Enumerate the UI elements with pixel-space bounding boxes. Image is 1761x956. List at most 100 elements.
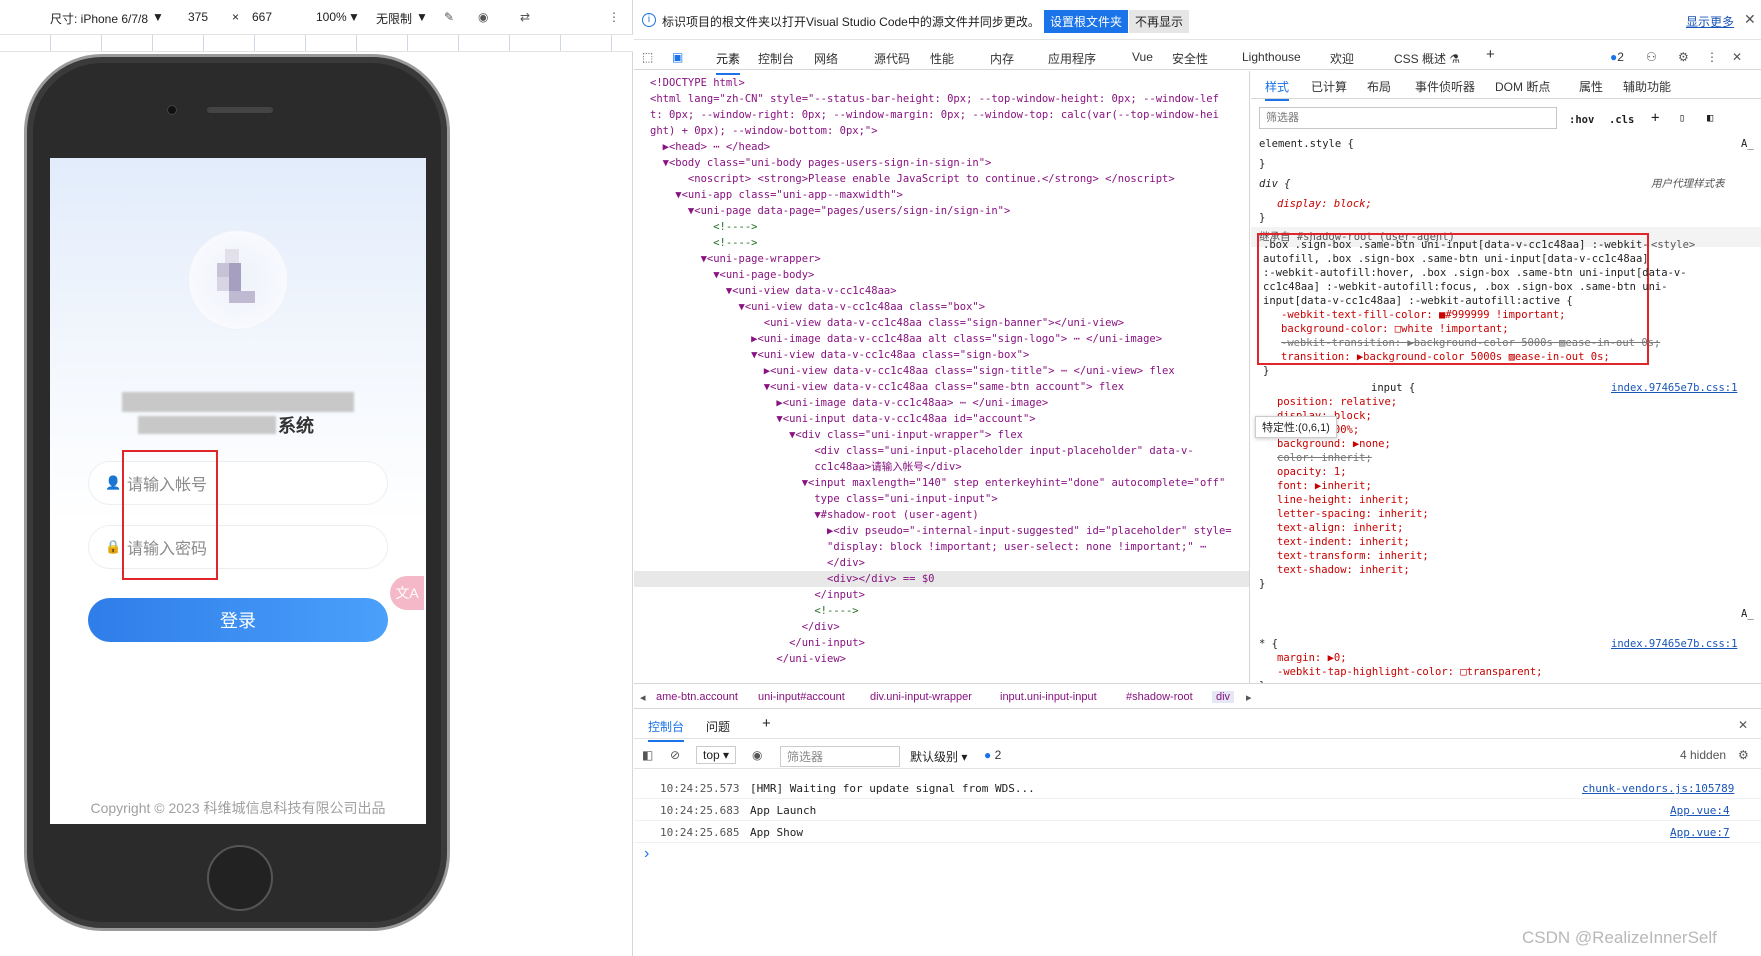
autofill-prop[interactable]: background-color: □white !important; <box>1281 322 1509 336</box>
dom-line[interactable]: ▼<uni-app class="uni-app--maxwidth"> <box>650 187 903 203</box>
drawer-tab-issues[interactable]: 问题 <box>706 718 730 735</box>
settings-gear-icon[interactable]: ⚙ <box>1678 50 1689 64</box>
dom-line[interactable]: ▼<div class="uni-input-wrapper"> flex <box>650 427 1023 443</box>
login-button[interactable]: 登录 <box>88 598 388 642</box>
tab-vue[interactable]: Vue <box>1132 50 1153 64</box>
cls-toggle[interactable]: .cls <box>1609 113 1634 127</box>
tab-styles[interactable]: 样式 <box>1265 80 1290 101</box>
dom-line-selected[interactable]: <div></div> == $0 <box>634 571 1249 588</box>
crumb-item[interactable]: div.uni-input-wrapper <box>870 691 972 703</box>
zoom-select[interactable]: 100% <box>316 10 347 24</box>
tab-performance[interactable]: 性能 <box>930 50 954 67</box>
crumb-item-current[interactable]: div <box>1212 691 1235 703</box>
tab-dom-breakpoints[interactable]: DOM 断点 <box>1495 80 1550 94</box>
tab-event-listeners[interactable]: 事件侦听器 <box>1415 80 1475 94</box>
div-ua-selector[interactable]: div { <box>1259 177 1291 191</box>
tab-properties[interactable]: 属性 <box>1579 80 1603 94</box>
tab-security[interactable]: 安全性 <box>1172 50 1208 67</box>
font-editor-icon[interactable]: A̲ <box>1741 137 1754 151</box>
font-editor-icon[interactable]: A̲ <box>1741 607 1754 621</box>
dom-line[interactable]: <html lang="zh-CN" style="--status-bar-h… <box>650 91 1219 107</box>
live-expression-eye-icon[interactable]: ◉ <box>752 748 762 762</box>
autofill-selector-line[interactable]: autofill, .box .sign-box .same-btn uni-i… <box>1263 252 1649 266</box>
dom-line[interactable]: ▶<head> ⋯ </head> <box>650 139 770 155</box>
log-source-link[interactable]: App.vue:7 <box>1670 826 1730 839</box>
throttle-caret[interactable]: ▼ <box>416 10 428 24</box>
dom-line[interactable]: <!----> <box>650 219 757 235</box>
device-size-select[interactable]: 尺寸: iPhone 6/7/8 <box>50 10 148 27</box>
crumb-item[interactable]: uni-input#account <box>758 691 845 703</box>
dom-line[interactable]: ▶<uni-view data-v-cc1c48aa class="sign-t… <box>650 363 1175 379</box>
dom-line[interactable]: ▼<uni-page-wrapper> <box>650 251 821 267</box>
input-prop[interactable]: text-align: inherit; <box>1277 521 1403 535</box>
tab-sources[interactable]: 源代码 <box>874 50 910 67</box>
console-issues-badge[interactable]: ● 2 <box>984 748 1001 762</box>
crumb-item[interactable]: input.uni-input-input <box>1000 691 1097 703</box>
log-level-select[interactable]: 默认级别 ▾ <box>910 748 967 765</box>
close-infobar-icon[interactable]: ✕ <box>1744 11 1756 28</box>
dom-line[interactable]: ▼<uni-input data-v-cc1c48aa id="account"… <box>650 411 1035 427</box>
autofill-selector-line[interactable]: input[data-v-cc1c48aa] :-webkit-autofill… <box>1263 294 1573 308</box>
tab-welcome[interactable]: 欢迎 <box>1330 50 1354 67</box>
dom-line[interactable]: ▼#shadow-root (user-agent) <box>650 507 978 523</box>
dom-line[interactable]: ▶<uni-image data-v-cc1c48aa> ⋯ </uni-ima… <box>650 395 1048 411</box>
input-prop[interactable]: letter-spacing: inherit; <box>1277 507 1429 521</box>
remote-devices-icon[interactable]: ⚇ <box>1646 50 1657 64</box>
more-options-icon[interactable]: ⋮ <box>608 10 620 24</box>
set-root-folder-button[interactable]: 设置根文件夹 <box>1044 10 1129 33</box>
input-prop[interactable]: position: relative; <box>1277 395 1397 409</box>
tab-layout[interactable]: 布局 <box>1367 80 1391 94</box>
style-source-link[interactable]: <style> <box>1651 238 1695 252</box>
inspect-icon[interactable]: ⬚ <box>642 50 653 64</box>
zoom-caret[interactable]: ▼ <box>348 10 360 24</box>
clear-console-icon[interactable]: ⊘ <box>670 748 680 762</box>
input-prop[interactable]: text-transform: inherit; <box>1277 549 1429 563</box>
translate-icon[interactable]: 文A <box>390 576 424 610</box>
div-display-prop[interactable]: display: block; <box>1277 197 1372 211</box>
tab-network[interactable]: 网络 <box>814 50 838 67</box>
crumb-scroll-right-icon[interactable]: ▸ <box>1246 691 1252 704</box>
star-selector[interactable]: * { <box>1259 637 1278 651</box>
device-size-caret[interactable]: ▼ <box>152 10 164 24</box>
star-prop[interactable]: margin: ▶0; <box>1277 651 1347 665</box>
tab-application[interactable]: 应用程序 <box>1048 50 1096 67</box>
sidebar-toggle-icon[interactable]: ◧ <box>1707 111 1713 125</box>
crumb-scroll-left-icon[interactable]: ◂ <box>640 691 646 704</box>
console-prompt[interactable]: › <box>644 845 649 863</box>
eye-icon[interactable]: ◉ <box>478 10 488 24</box>
dom-line[interactable]: <!DOCTYPE html> <box>650 75 745 91</box>
autofill-selector-line[interactable]: cc1c48aa] :-webkit-autofill:focus, .box … <box>1263 280 1668 294</box>
log-source-link[interactable]: chunk-vendors.js:105789 <box>1582 782 1734 795</box>
more-menu-icon[interactable]: ⋮ <box>1706 50 1718 64</box>
device-width-input[interactable]: 375 <box>188 10 208 24</box>
autofill-prop[interactable]: -webkit-text-fill-color: ■#999999 !impor… <box>1281 308 1565 322</box>
star-source-link[interactable]: index.97465e7b.css:1 <box>1611 637 1737 651</box>
console-sidebar-icon[interactable]: ◧ <box>642 748 653 762</box>
new-rule-icon[interactable]: + <box>1651 111 1659 125</box>
dom-line[interactable]: cc1c48aa>请输入帐号</div> <box>650 459 961 475</box>
tab-lighthouse[interactable]: Lighthouse <box>1242 50 1301 64</box>
autofill-prop-overridden[interactable]: -webkit-transition: ▶background-color 50… <box>1281 336 1660 350</box>
add-tab-icon[interactable]: + <box>1486 46 1495 63</box>
device-height-input[interactable]: 667 <box>252 10 272 24</box>
dom-line[interactable]: <noscript> <strong>Please enable JavaScr… <box>650 171 1175 187</box>
show-more-link[interactable]: 显示更多 <box>1686 13 1734 30</box>
input-prop-overridden[interactable]: color: inherit; <box>1277 451 1372 465</box>
dom-line[interactable]: ▼<uni-view data-v-cc1c48aa class="box"> <box>650 299 986 315</box>
input-prop[interactable]: text-indent: inherit; <box>1277 535 1410 549</box>
dom-line[interactable]: ▶<div pseudo="-internal-input-suggested"… <box>650 523 1232 539</box>
dont-show-again-button[interactable]: 不再显示 <box>1129 10 1190 33</box>
autofill-selector-line[interactable]: :-webkit-autofill:hover, .box .sign-box … <box>1263 266 1687 280</box>
dom-line[interactable]: <div class="uni-input-placeholder input-… <box>650 443 1193 459</box>
dom-line[interactable]: ▼<uni-page data-page="pages/users/sign-i… <box>650 203 1010 219</box>
star-prop[interactable]: -webkit-tap-highlight-color: □transparen… <box>1277 665 1543 679</box>
context-select[interactable]: top ▾ <box>696 746 737 764</box>
issues-badge[interactable]: ●2 <box>1610 50 1624 64</box>
dom-line[interactable]: ▼<uni-view data-v-cc1c48aa class="same-b… <box>650 379 1124 395</box>
console-settings-icon[interactable]: ⚙ <box>1738 748 1749 762</box>
log-source-link[interactable]: App.vue:4 <box>1670 804 1730 817</box>
dom-line[interactable]: "display: block !important; user-select:… <box>650 539 1206 555</box>
dom-line[interactable]: ▼<uni-page-body> <box>650 267 814 283</box>
input-prop[interactable]: opacity: 1; <box>1277 465 1347 479</box>
input-selector[interactable]: input { <box>1371 381 1415 395</box>
